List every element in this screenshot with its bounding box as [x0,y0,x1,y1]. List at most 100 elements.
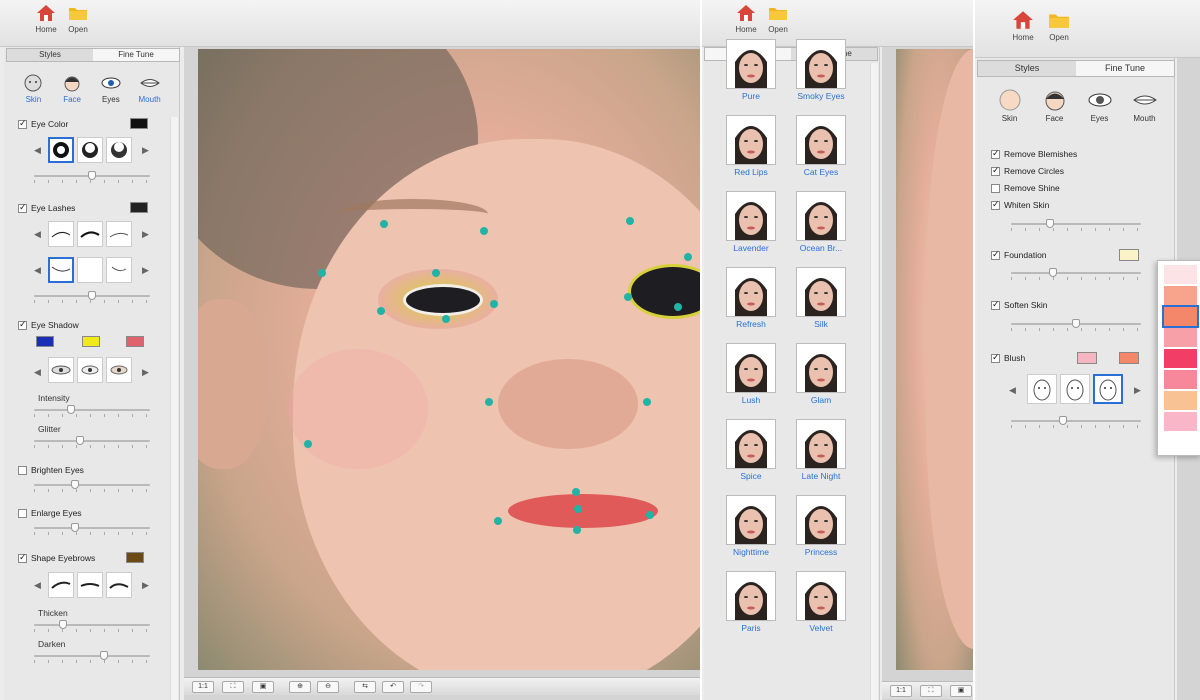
landmark-point[interactable] [480,227,488,235]
eye-color-swatch[interactable] [130,118,148,129]
lash-option[interactable] [77,221,103,247]
open-button[interactable]: Open [762,4,794,34]
blush-style-option[interactable] [1093,374,1123,404]
shadow-color-1[interactable] [36,336,54,347]
chevron-left-icon[interactable]: ◀ [1009,385,1016,396]
landmark-point[interactable] [490,300,498,308]
style-item[interactable]: Ocean Br... [786,183,856,259]
intensity-slider[interactable] [34,405,150,417]
shadow-color-3[interactable] [126,336,144,347]
darken-slider[interactable] [34,651,150,663]
home-button[interactable]: Home [1007,10,1039,42]
actual-size-button[interactable]: 1:1 [192,681,214,693]
landmark-point[interactable] [572,488,580,496]
style-item[interactable]: Lush [716,335,786,411]
category-mouth[interactable]: Mouth [131,73,169,104]
style-item[interactable]: Spice [716,411,786,487]
category-eyes[interactable]: Eyes [1078,88,1122,123]
chevron-right-icon[interactable]: ▶ [142,229,149,240]
category-face[interactable]: Face [1033,88,1077,123]
chevron-left-icon[interactable]: ◀ [34,265,41,276]
home-button[interactable]: Home [730,4,762,34]
style-item[interactable]: Nighttime [716,487,786,563]
style-item[interactable]: Cat Eyes [786,107,856,183]
fit-icon[interactable]: ⛶ [222,681,244,693]
landmark-point[interactable] [380,220,388,228]
style-item[interactable]: Pure [716,31,786,107]
chevron-right-icon[interactable]: ▶ [1134,385,1141,396]
category-eyes[interactable]: Eyes [92,73,130,104]
chevron-right-icon[interactable]: ▶ [142,580,149,591]
chevron-left-icon[interactable]: ◀ [34,229,41,240]
shadow-option[interactable] [48,357,74,383]
landmark-point[interactable] [304,440,312,448]
fit-icon[interactable]: ⛶ [920,685,942,697]
chevron-left-icon[interactable]: ◀ [34,580,41,591]
thicken-slider[interactable] [34,620,150,632]
landmark-point[interactable] [684,253,692,261]
blush-style-option[interactable] [1027,374,1057,404]
undo-icon[interactable]: ↶ [382,681,404,693]
blush-palette-color[interactable] [1162,305,1199,328]
chevron-right-icon[interactable]: ▶ [142,367,149,378]
remove-circles-checkbox[interactable]: Remove Circles [991,165,1064,176]
landmark-point[interactable] [377,307,385,315]
landmark-point[interactable] [646,511,654,519]
eyebrow-option[interactable] [48,572,74,598]
lash-option[interactable] [77,257,103,283]
foundation-slider[interactable] [1011,268,1141,280]
open-button[interactable]: Open [62,4,94,34]
category-face[interactable]: Face [53,73,91,104]
lash-option[interactable] [48,221,74,247]
enlarge-eyes-checkbox[interactable]: Enlarge Eyes [18,508,82,518]
soften-skin-checkbox[interactable]: Soften Skin [991,299,1047,310]
brighten-eyes-checkbox[interactable]: Brighten Eyes [18,465,84,475]
landmark-point[interactable] [674,303,682,311]
shadow-option[interactable] [106,357,132,383]
blush-color-2[interactable] [1119,352,1139,364]
enlarge-eyes-slider[interactable] [34,523,150,535]
sidebar-scrollbar[interactable] [170,117,178,700]
tab-fine-tune[interactable]: Fine Tune [93,49,179,61]
open-button[interactable]: Open [1043,10,1075,42]
home-button[interactable]: Home [30,4,62,34]
soften-skin-slider[interactable] [1011,319,1141,331]
landmark-point[interactable] [432,269,440,277]
category-skin[interactable]: Skin [988,88,1032,123]
eye-color-option[interactable] [106,137,132,163]
landmark-point[interactable] [318,269,326,277]
lash-option[interactable] [106,257,132,283]
tab-fine-tune[interactable]: Fine Tune [1076,61,1174,76]
landmark-point[interactable] [624,293,632,301]
blush-palette-color[interactable] [1164,265,1197,284]
fill-icon[interactable]: ▣ [252,681,274,693]
landmark-point[interactable] [494,517,502,525]
landmark-point[interactable] [442,315,450,323]
chevron-left-icon[interactable]: ◀ [34,367,41,378]
eye-lashes-slider[interactable] [34,291,150,303]
lash-option[interactable] [106,221,132,247]
landmark-point[interactable] [573,526,581,534]
eye-lashes-swatch[interactable] [130,202,148,213]
glitter-slider[interactable] [34,436,150,448]
eye-color-option[interactable] [48,137,74,163]
chevron-right-icon[interactable]: ▶ [142,265,149,276]
shadow-color-2[interactable] [82,336,100,347]
blush-style-option[interactable] [1060,374,1090,404]
blush-palette-color[interactable] [1164,286,1197,305]
eye-color-checkbox[interactable]: Eye Color [18,118,68,129]
style-item[interactable]: Glam [786,335,856,411]
blush-palette-color[interactable] [1164,370,1197,389]
style-item[interactable]: Late Night [786,411,856,487]
blush-palette-color[interactable] [1164,412,1197,431]
blush-color-1[interactable] [1077,352,1097,364]
shape-eyebrows-checkbox[interactable]: Shape Eyebrows [18,552,95,563]
style-item[interactable]: Smoky Eyes [786,31,856,107]
remove-shine-checkbox[interactable]: Remove Shine [991,183,1060,193]
foundation-checkbox[interactable]: Foundation [991,249,1047,260]
landmark-point[interactable] [485,398,493,406]
whiten-skin-slider[interactable] [1011,219,1141,231]
landmark-point[interactable] [574,505,582,513]
style-item[interactable]: Silk [786,259,856,335]
style-item[interactable]: Red Lips [716,107,786,183]
